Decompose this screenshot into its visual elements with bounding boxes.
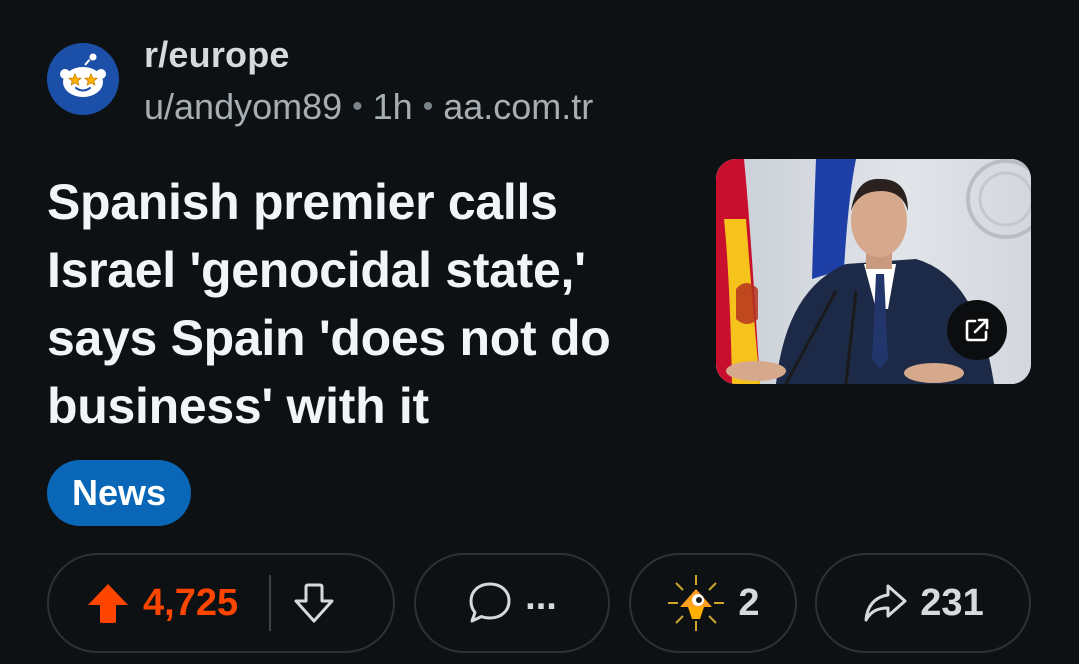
award-count: 2 <box>738 581 760 624</box>
subreddit-avatar[interactable] <box>47 43 119 115</box>
post-age: 1h <box>372 86 413 127</box>
vote-score: 4,725 <box>143 581 239 624</box>
author-link[interactable]: u/andyom89 <box>144 86 342 127</box>
share-count: 231 <box>920 581 984 624</box>
share-arrow-icon <box>864 584 907 622</box>
source-domain[interactable]: aa.com.tr <box>443 86 593 127</box>
post-flair[interactable]: News <box>47 460 192 526</box>
meta-separator: • <box>422 90 434 123</box>
subreddit-icon <box>47 43 119 115</box>
post-meta: u/andyom89 • 1h • aa.com.tr <box>144 86 593 128</box>
post-card[interactable]: r/europe u/andyom89 • 1h • aa.com.tr Spanish… <box>0 0 1079 664</box>
comments-button[interactable]: ... <box>414 553 610 653</box>
award-icon <box>668 575 725 631</box>
post-title[interactable]: Spanish premier calls Israel 'genocidal … <box>47 168 667 440</box>
external-link-button[interactable] <box>947 300 1007 360</box>
comment-count: ... <box>525 575 557 618</box>
downvote-arrow-icon <box>294 583 334 623</box>
upvote-button[interactable] <box>81 576 135 630</box>
share-button[interactable]: 231 <box>815 553 1031 653</box>
vote-bar: 4,725 <box>47 553 395 653</box>
vote-divider <box>269 575 271 631</box>
comment-bubble-icon <box>469 582 511 623</box>
external-link-icon <box>965 318 989 342</box>
award-button[interactable]: 2 <box>629 553 797 653</box>
meta-separator: • <box>352 90 363 123</box>
subreddit-name[interactable]: r/europe <box>144 34 290 76</box>
downvote-button[interactable] <box>287 576 341 630</box>
upvote-arrow-icon <box>88 584 128 623</box>
post-thumbnail[interactable] <box>716 159 1031 384</box>
